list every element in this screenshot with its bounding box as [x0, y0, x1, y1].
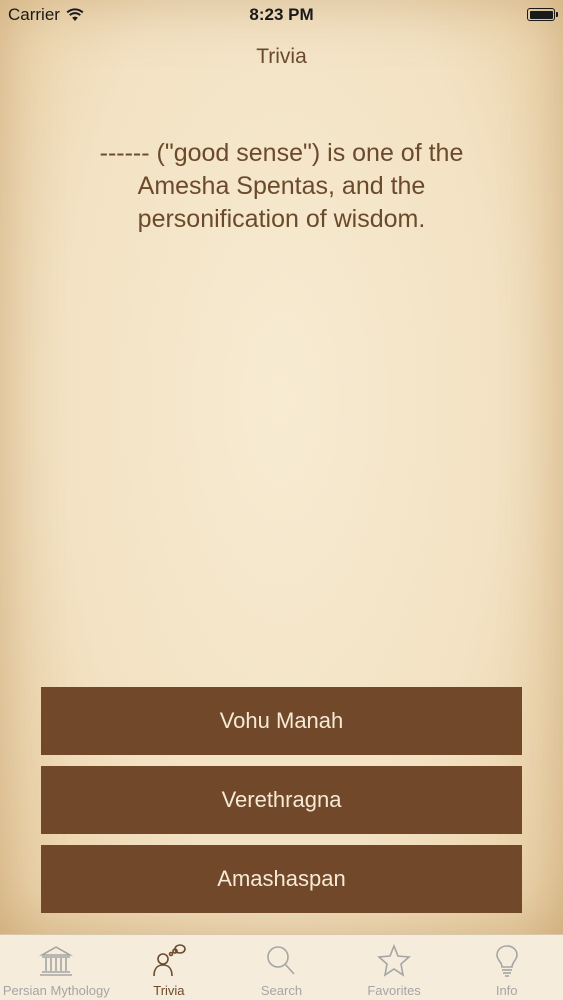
- tab-favorites[interactable]: Favorites: [338, 935, 451, 1000]
- answer-button-2[interactable]: Verethragna: [41, 766, 522, 834]
- trivia-question: ------ ("good sense") is one of the Ames…: [99, 139, 464, 233]
- tab-label: Info: [495, 983, 518, 998]
- tab-label: Favorites: [367, 983, 421, 998]
- clock: 8:23 PM: [249, 5, 314, 24]
- page-title: Trivia: [256, 45, 307, 68]
- battery-icon: [527, 8, 558, 21]
- answer-list: Vohu Manah Verethragna Amashaspan: [41, 687, 522, 924]
- tab-label: Search: [260, 983, 303, 998]
- tab-label: Trivia: [153, 983, 185, 998]
- tab-bar: Persian Mythology Trivia Search Favorite…: [0, 934, 563, 1000]
- tab-persian-mythology[interactable]: Persian Mythology: [0, 935, 113, 1000]
- lightbulb-icon: [495, 945, 518, 977]
- search-icon: [267, 946, 296, 975]
- status-bar: Carrier 8:23 PM: [0, 0, 563, 28]
- tab-search[interactable]: Search: [225, 935, 338, 1000]
- answer-button-1[interactable]: Vohu Manah: [41, 687, 522, 755]
- tab-trivia[interactable]: Trivia: [113, 935, 226, 1000]
- star-icon: [377, 943, 412, 977]
- answer-button-3[interactable]: Amashaspan: [41, 845, 522, 913]
- tab-label: Persian Mythology: [2, 983, 110, 998]
- temple-icon: [39, 946, 74, 976]
- thinking-person-icon: [153, 944, 186, 977]
- tab-info[interactable]: Info: [450, 935, 563, 1000]
